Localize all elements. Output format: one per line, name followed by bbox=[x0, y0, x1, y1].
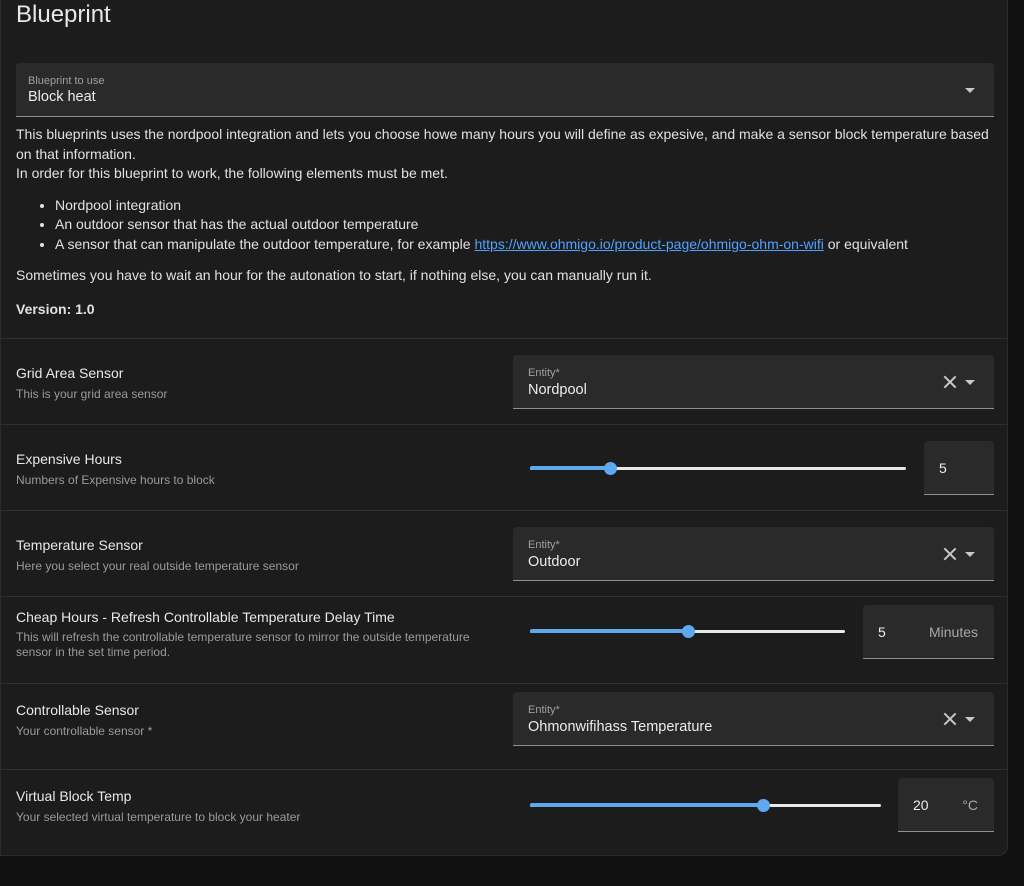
description-paragraph: Sometimes you have to wait an hour for t… bbox=[16, 267, 652, 283]
slider-fill bbox=[530, 803, 764, 807]
input-row-virtual-block-temp: Virtual Block Temp Your selected virtual… bbox=[1, 769, 1007, 857]
blueprint-select[interactable]: Blueprint to use Block heat bbox=[16, 63, 994, 117]
number-value: 5 bbox=[939, 460, 947, 476]
list-item-text: or equivalent bbox=[823, 235, 908, 252]
cheap-hours-input[interactable]: 5 Minutes bbox=[863, 605, 994, 659]
input-name: Grid Area Sensor bbox=[16, 365, 124, 381]
entity-field-value: Nordpool bbox=[528, 382, 587, 398]
close-icon[interactable] bbox=[943, 712, 957, 726]
expensive-hours-input[interactable]: 5 bbox=[924, 441, 994, 495]
list-item-text: A sensor that can manipulate the outdoor… bbox=[55, 235, 475, 252]
virtual-block-temp-slider[interactable] bbox=[530, 795, 881, 815]
grid-area-entity-picker[interactable]: Entity* Nordpool bbox=[513, 355, 994, 409]
input-name: Temperature Sensor bbox=[16, 537, 143, 553]
input-help: This will refresh the controllable tempe… bbox=[16, 630, 470, 659]
number-value: 5 bbox=[878, 624, 886, 640]
chevron-down-icon[interactable] bbox=[965, 717, 975, 722]
input-name: Virtual Block Temp bbox=[16, 788, 132, 804]
entity-field-label: Entity* bbox=[528, 539, 560, 551]
ohmigo-link[interactable]: https://www.ohmigo.io/product-page/ohmig… bbox=[474, 236, 823, 252]
input-name: Expensive Hours bbox=[16, 451, 122, 467]
blueprint-card: Blueprint Blueprint to use Block heat Th… bbox=[0, 0, 1008, 856]
number-value: 20 bbox=[913, 797, 929, 813]
virtual-block-temp-input[interactable]: 20 °C bbox=[898, 778, 994, 832]
temperature-sensor-entity-picker[interactable]: Entity* Outdoor bbox=[513, 527, 994, 581]
description-paragraph: In order for this blueprint to work, the… bbox=[16, 165, 448, 181]
input-name: Cheap Hours - Refresh Controllable Tempe… bbox=[16, 609, 395, 625]
expensive-hours-slider[interactable] bbox=[530, 458, 906, 478]
input-help: Numbers of Expensive hours to block bbox=[16, 473, 215, 487]
number-unit: °C bbox=[962, 797, 978, 813]
blueprint-select-value: Block heat bbox=[28, 89, 96, 105]
input-help: Your controllable sensor * bbox=[16, 724, 153, 738]
input-help: This is your grid area sensor bbox=[16, 387, 168, 401]
input-help: Here you select your real outside temper… bbox=[16, 559, 299, 573]
blueprint-select-label: Blueprint to use bbox=[28, 75, 105, 87]
entity-field-value: Outdoor bbox=[528, 554, 581, 570]
chevron-down-icon[interactable] bbox=[965, 552, 975, 557]
slider-thumb[interactable] bbox=[757, 799, 771, 812]
list-item: An outdoor sensor that has the actual ou… bbox=[55, 215, 994, 235]
slider-fill bbox=[530, 629, 688, 633]
description-paragraph: This blueprints uses the nordpool integr… bbox=[16, 126, 989, 162]
input-row-expensive-hours: Expensive Hours Numbers of Expensive hou… bbox=[1, 424, 1007, 511]
input-name: Controllable Sensor bbox=[16, 702, 139, 718]
version-label: Version: 1.0 bbox=[16, 300, 95, 317]
entity-field-label: Entity* bbox=[528, 704, 560, 716]
list-item: A sensor that can manipulate the outdoor… bbox=[55, 235, 994, 255]
requirements-list: Nordpool integration An outdoor sensor t… bbox=[16, 196, 994, 255]
input-row-cheap-hours: Cheap Hours - Refresh Controllable Tempe… bbox=[1, 596, 1007, 684]
entity-field-value: Ohmonwifihass Temperature bbox=[528, 719, 713, 735]
blueprint-description: This blueprints uses the nordpool integr… bbox=[16, 125, 994, 319]
close-icon[interactable] bbox=[943, 547, 957, 561]
slider-thumb[interactable] bbox=[604, 462, 618, 475]
list-item: Nordpool integration bbox=[55, 196, 994, 216]
input-row-temperature-sensor: Temperature Sensor Here you select your … bbox=[1, 510, 1007, 597]
input-row-grid-area: Grid Area Sensor This is your grid area … bbox=[1, 338, 1007, 425]
input-help: Your selected virtual temperature to blo… bbox=[16, 810, 301, 824]
number-unit: Minutes bbox=[928, 624, 978, 640]
slider-thumb[interactable] bbox=[681, 625, 695, 638]
close-icon[interactable] bbox=[943, 375, 957, 389]
slider-fill bbox=[530, 466, 611, 470]
cheap-hours-slider[interactable] bbox=[530, 621, 845, 641]
page-title: Blueprint bbox=[16, 1, 111, 28]
controllable-sensor-entity-picker[interactable]: Entity* Ohmonwifihass Temperature bbox=[513, 692, 994, 746]
chevron-down-icon[interactable] bbox=[965, 88, 975, 93]
input-row-controllable-sensor: Controllable Sensor Your controllable se… bbox=[1, 683, 1007, 770]
entity-field-label: Entity* bbox=[528, 367, 560, 379]
chevron-down-icon[interactable] bbox=[965, 380, 975, 385]
